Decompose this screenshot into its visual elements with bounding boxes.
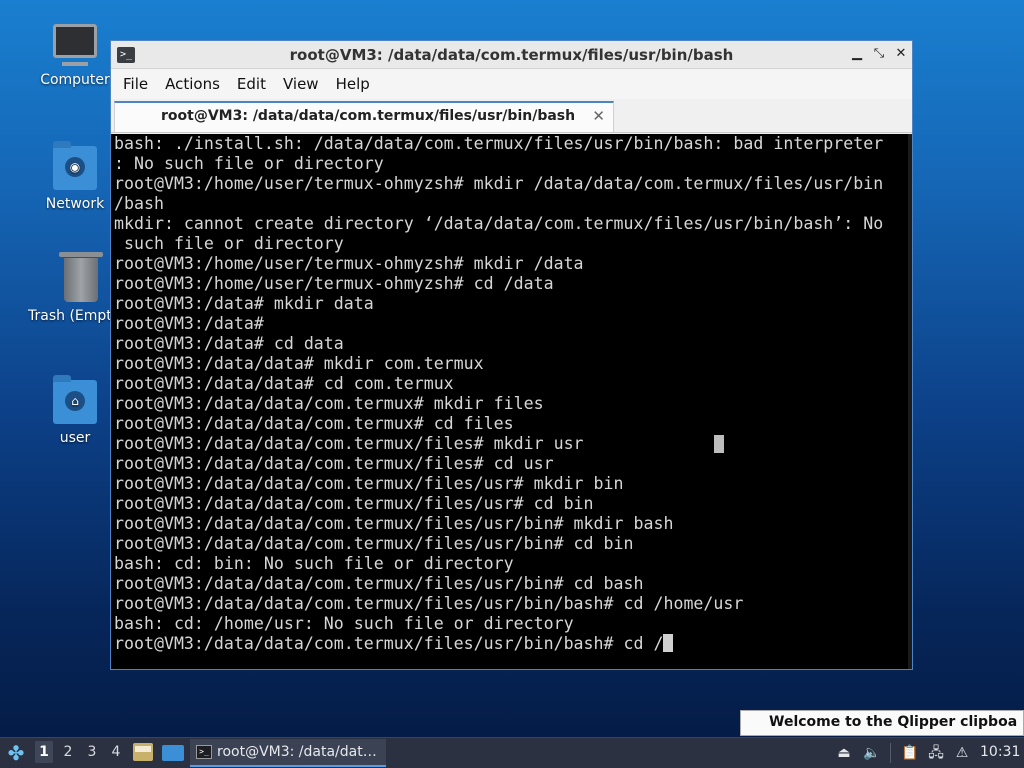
qlipper-notification[interactable]: Welcome to the Qlipper clipboa [740, 710, 1024, 736]
window-titlebar[interactable]: >_ root@VM3: /data/data/com.termux/files… [111, 41, 912, 69]
folder-launcher-icon[interactable] [162, 745, 184, 761]
trash-icon [59, 252, 103, 302]
desktop-icon-user[interactable]: ⌂ user [30, 375, 120, 446]
terminal-line: root@VM3:/data# [114, 314, 264, 333]
terminal-line: root@VM3:/data/data/com.termux/files/usr… [114, 594, 744, 613]
terminal-line: root@VM3:/data/data/com.termux# mkdir fi… [114, 394, 544, 413]
close-button[interactable]: ✕ [893, 46, 909, 62]
tab-label: root@VM3: /data/data/com.termux/files/us… [161, 108, 576, 124]
clock[interactable]: 10:31 [980, 744, 1020, 760]
terminal-line: root@VM3:/home/user/termux-ohmyzsh# mkdi… [114, 174, 884, 193]
desktop-icon-trash[interactable]: Trash (Empty) [22, 252, 122, 324]
desktop-icon-label: user [59, 430, 91, 446]
terminal-line: root@VM3:/data/data/com.termux# cd files [114, 414, 514, 433]
terminal-line: root@VM3:/home/user/termux-ohmyzsh# mkdi… [114, 254, 584, 273]
workspace-3[interactable]: 3 [83, 744, 101, 760]
taskbar-task-label: root@VM3: /data/dat… [217, 744, 377, 760]
workspace-4[interactable]: 4 [107, 744, 125, 760]
terminal-line: root@VM3:/data/data/com.termux/files/usr… [114, 534, 634, 553]
terminal-line: root@VM3:/data/data/com.termux/files# cd… [114, 454, 554, 473]
menu-edit[interactable]: Edit [231, 75, 277, 93]
terminal-line: root@VM3:/data/data/com.termux/files/usr… [114, 474, 624, 493]
menu-actions[interactable]: Actions [159, 75, 231, 93]
network-status-icon[interactable]: 🖧 [926, 743, 946, 763]
terminal-line: : No such file or directory [114, 154, 384, 173]
terminal-line: root@VM3:/data/data/com.termux/files/usr… [114, 514, 674, 533]
eject-icon[interactable]: ⏏ [834, 743, 854, 763]
menu-view[interactable]: View [277, 75, 330, 93]
workspace-2[interactable]: 2 [59, 744, 77, 760]
terminal-cursor [663, 634, 674, 652]
clipboard-icon[interactable]: 📋 [900, 743, 920, 763]
terminal-line: /bash [114, 194, 164, 213]
menu-help[interactable]: Help [330, 75, 381, 93]
terminal-line: bash: ./install.sh: /data/data/com.termu… [114, 134, 884, 153]
volume-icon[interactable]: 🔈 [862, 743, 882, 763]
terminal-line: bash: cd: /home/usr: No such file or dir… [114, 614, 574, 633]
terminal-line: bash: cd: bin: No such file or directory [114, 554, 514, 573]
update-notifier-icon[interactable]: ⚠ [952, 743, 972, 763]
terminal-line: mkdir: cannot create directory ‘/data/da… [114, 214, 884, 233]
terminal-line: root@VM3:/data/data# cd com.termux [114, 374, 454, 393]
taskbar-task-terminal[interactable]: >_ root@VM3: /data/dat… [190, 739, 386, 767]
workspace-1[interactable]: 1 [35, 741, 53, 763]
file-manager-icon[interactable] [133, 743, 153, 761]
terminal-icon: >_ [196, 745, 212, 759]
terminal-scrollbar[interactable] [908, 134, 912, 669]
computer-icon [53, 24, 97, 58]
start-menu-icon[interactable]: ✤ [4, 741, 28, 765]
minimize-button[interactable]: ▁ [849, 46, 865, 62]
terminal-line: root@VM3:/data/data/com.termux/files/usr… [114, 574, 644, 593]
terminal-line: such file or directory [114, 234, 344, 253]
terminal-line: root@VM3:/data/data/com.termux/files/usr… [114, 634, 912, 654]
terminal-line: root@VM3:/data/data# mkdir com.termux [114, 354, 484, 373]
window-title: root@VM3: /data/data/com.termux/files/us… [289, 46, 734, 64]
desktop-icon-computer[interactable]: Computer [30, 24, 120, 88]
text-cursor-block [714, 435, 724, 453]
taskbar: ✤ 1 2 3 4 >_ root@VM3: /data/dat… ⏏ 🔈 📋 … [0, 737, 1024, 768]
terminal-line: root@VM3:/data# cd data [114, 334, 344, 353]
menu-bar: File Actions Edit View Help [111, 69, 912, 99]
desktop-icon-label: Trash (Empty) [28, 308, 116, 324]
terminal-line: root@VM3:/home/user/termux-ohmyzsh# cd /… [114, 274, 554, 293]
terminal-line: root@VM3:/data/data/com.termux/files# mk… [114, 434, 584, 453]
terminal-line: root@VM3:/data/data/com.termux/files/usr… [114, 494, 594, 513]
terminal-window: >_ root@VM3: /data/data/com.termux/files… [110, 40, 913, 670]
home-folder-icon: ⌂ [53, 375, 97, 424]
tab-bar: root@VM3: /data/data/com.termux/files/us… [111, 99, 912, 133]
maximize-button[interactable]: ⤡ [871, 46, 887, 62]
desktop-icon-network[interactable]: ◉ Network [30, 141, 120, 212]
tab-terminal[interactable]: root@VM3: /data/data/com.termux/files/us… [114, 101, 614, 132]
tab-close-icon[interactable]: ✕ [592, 107, 605, 125]
desktop-icon-label: Computer [40, 72, 110, 88]
network-folder-icon: ◉ [53, 141, 97, 190]
menu-file[interactable]: File [117, 75, 159, 93]
desktop-icon-label: Network [45, 196, 105, 212]
terminal-line: root@VM3:/data# mkdir data [114, 294, 374, 313]
terminal-output[interactable]: bash: ./install.sh: /data/data/com.termu… [111, 134, 912, 669]
